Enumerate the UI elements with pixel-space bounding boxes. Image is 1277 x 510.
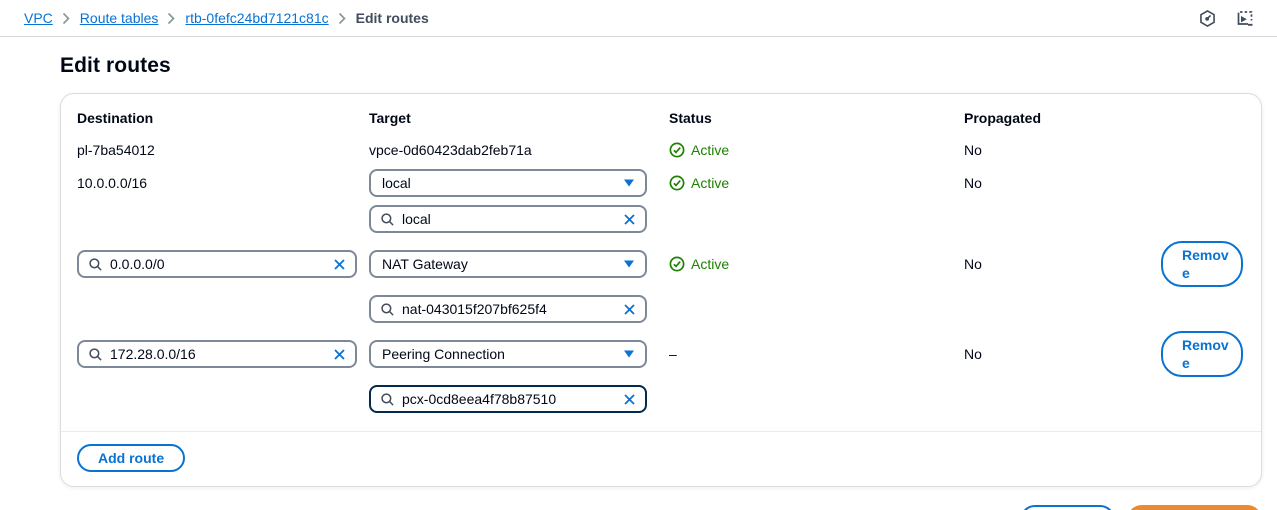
clear-x-icon[interactable]	[622, 302, 637, 317]
form-actions: Cancel Preview Save changes	[0, 505, 1262, 510]
page-title: Edit routes	[60, 54, 1277, 78]
target-search-input[interactable]	[402, 391, 615, 407]
clear-x-icon[interactable]	[332, 257, 347, 272]
destination-search-input[interactable]	[110, 256, 325, 272]
status-badge: Active	[669, 256, 729, 272]
propagated-value: No	[964, 331, 1161, 377]
target-select-value: Peering Connection	[382, 346, 623, 362]
breadcrumb-route-tables[interactable]: Route tables	[80, 10, 159, 26]
status-badge: Active	[669, 175, 729, 191]
clear-x-icon[interactable]	[332, 347, 347, 362]
target-search-input[interactable]	[402, 211, 615, 227]
target-select[interactable]: Peering Connection	[369, 340, 647, 368]
propagated-value: No	[964, 169, 1161, 197]
chevron-right-icon	[338, 12, 347, 25]
add-route-button[interactable]: Add route	[77, 444, 185, 472]
search-icon	[380, 392, 395, 407]
table-header: Destination Target Status Propagated	[77, 110, 1245, 126]
target-value: vpce-0d60423dab2feb71a	[369, 139, 669, 161]
destination-value: pl-7ba54012	[77, 139, 369, 161]
target-search-input[interactable]	[402, 301, 615, 317]
column-status: Status	[669, 110, 964, 126]
chevron-right-icon	[167, 12, 176, 25]
check-circle-icon	[669, 256, 685, 272]
route-row: pl-7ba54012 vpce-0d60423dab2feb71a Activ…	[77, 139, 1245, 161]
search-icon	[88, 347, 103, 362]
save-changes-button[interactable]: Save changes	[1127, 505, 1262, 510]
propagated-value: No	[964, 139, 1161, 161]
clear-x-icon[interactable]	[622, 392, 637, 407]
target-search-box[interactable]	[369, 295, 647, 323]
target-search-box-focused[interactable]	[369, 385, 647, 413]
cloudshell-icon[interactable]	[1235, 8, 1255, 28]
check-circle-icon	[669, 175, 685, 191]
caret-down-icon	[623, 178, 635, 188]
chevron-right-icon	[62, 12, 71, 25]
clear-x-icon[interactable]	[622, 212, 637, 227]
breadcrumb-current: Edit routes	[356, 10, 429, 26]
caret-down-icon	[623, 349, 635, 359]
target-select-value: local	[382, 175, 623, 191]
routes-container: Destination Target Status Propagated pl-…	[60, 93, 1262, 487]
search-icon	[88, 257, 103, 272]
target-select-value: NAT Gateway	[382, 256, 623, 272]
check-circle-icon	[669, 142, 685, 158]
route-row: Peering Connection – No Remove	[77, 331, 1245, 413]
breadcrumb-vpc[interactable]: VPC	[24, 10, 53, 26]
remove-route-button[interactable]: Remove	[1161, 331, 1243, 377]
top-navigation-bar: VPC Route tables rtb-0fefc24bd7121c81c E…	[0, 0, 1277, 37]
search-icon	[380, 302, 395, 317]
caret-down-icon	[623, 259, 635, 269]
column-destination: Destination	[77, 110, 369, 126]
status-dash: –	[669, 346, 677, 362]
search-icon	[380, 212, 395, 227]
preview-button[interactable]: Preview	[1020, 505, 1115, 510]
destination-search-input[interactable]	[110, 346, 325, 362]
target-select[interactable]: NAT Gateway	[369, 250, 647, 278]
target-search-box[interactable]	[369, 205, 647, 233]
route-row: 10.0.0.0/16 local Active No	[77, 169, 1245, 233]
breadcrumb: VPC Route tables rtb-0fefc24bd7121c81c E…	[24, 10, 429, 26]
remove-route-button[interactable]: Remove	[1161, 241, 1243, 287]
status-badge: Active	[669, 142, 729, 158]
destination-search-box[interactable]	[77, 340, 357, 368]
route-row: NAT Gateway Active No Remove	[77, 241, 1245, 323]
column-target: Target	[369, 110, 669, 126]
breadcrumb-route-table-id[interactable]: rtb-0fefc24bd7121c81c	[185, 10, 328, 26]
destination-value: 10.0.0.0/16	[77, 169, 369, 197]
column-propagated: Propagated	[964, 110, 1161, 126]
history-icon[interactable]	[1198, 9, 1217, 28]
destination-search-box[interactable]	[77, 250, 357, 278]
target-select[interactable]: local	[369, 169, 647, 197]
propagated-value: No	[964, 241, 1161, 287]
